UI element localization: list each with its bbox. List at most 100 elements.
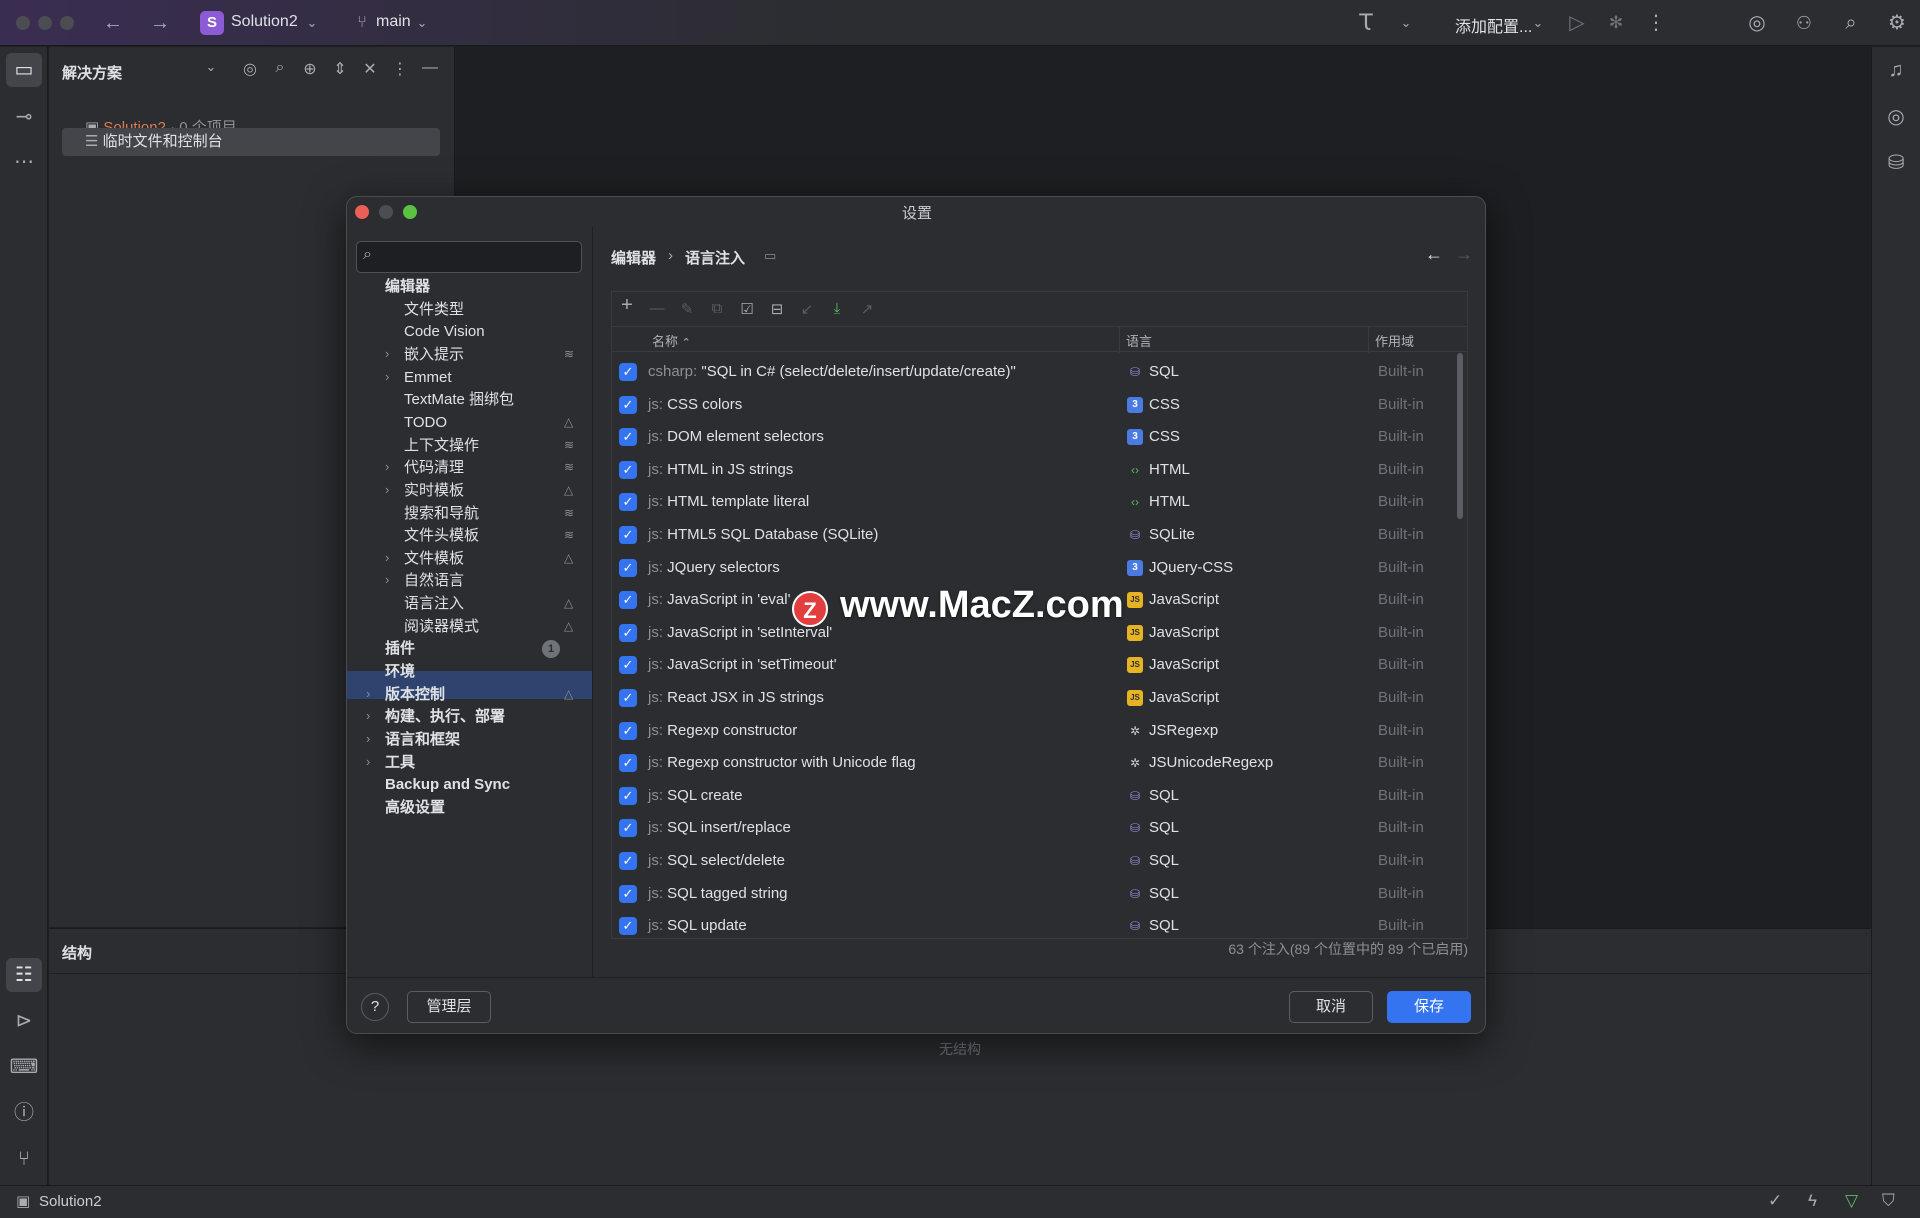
ai-chat-icon[interactable]: ◎ (1878, 100, 1914, 134)
settings-nav-item[interactable]: 阅读器模式 (404, 613, 479, 641)
forward-arrow-icon[interactable]: → (1455, 244, 1473, 265)
enabled-checkbox[interactable]: ✓ (619, 558, 637, 577)
table-row[interactable]: ✓ js: SQL select/delete ⛁ SQL Built-in (612, 845, 1452, 878)
database-icon[interactable]: ⛁ (1878, 146, 1914, 180)
add-user-icon[interactable]: ⚇ (1790, 10, 1818, 36)
structure-icon[interactable]: ☷ (6, 958, 42, 992)
table-row[interactable]: ✓ js: React JSX in JS strings JS JavaScript… (612, 682, 1452, 715)
expand-arrow-icon[interactable]: › (385, 459, 389, 474)
search-icon[interactable]: ⌕ (269, 59, 291, 77)
table-row[interactable]: ✓ js: Regexp constructor ✲ JSRegexp Built-in (612, 715, 1452, 748)
enabled-checkbox[interactable]: ✓ (619, 689, 637, 707)
settings-search-input[interactable]: ⌕ (356, 241, 582, 273)
debug-icon[interactable]: ✻ (1602, 10, 1630, 36)
more-options-icon[interactable]: ⋮ (1642, 10, 1670, 36)
more-tools-icon[interactable]: ⋯ (6, 145, 42, 179)
manage-layers-button[interactable]: 管理层 (407, 991, 491, 1023)
lightning-icon[interactable]: ϟ (1808, 1191, 1817, 1211)
uncheck-all-icon[interactable]: ⊟ (766, 300, 788, 318)
enabled-checkbox[interactable]: ✓ (619, 754, 637, 773)
table-row[interactable]: ✓ js: HTML in JS strings ‹› HTML Built-in (612, 454, 1452, 487)
chevron-down-icon[interactable]: ⌄ (1524, 10, 1552, 36)
target-icon[interactable]: ⊕ (299, 59, 321, 79)
expand-arrow-icon[interactable]: › (385, 346, 389, 361)
column-header-scope[interactable]: 作用域 (1375, 331, 1414, 350)
table-row[interactable]: ✓ js: JavaScript in 'setTimeout' JS JavaScr… (612, 649, 1452, 682)
enabled-checkbox[interactable]: ✓ (619, 721, 637, 740)
terminal-icon[interactable]: ⌨ (6, 1050, 42, 1084)
expand-arrow-icon[interactable]: › (366, 708, 370, 723)
table-row[interactable]: ✓ js: HTML5 SQL Database (SQLite) ⛁ SQLite B… (612, 519, 1452, 552)
expand-arrow-icon[interactable]: › (385, 550, 389, 565)
window-pin-icon[interactable]: ▭ (764, 248, 776, 264)
enabled-checkbox[interactable]: ✓ (619, 428, 637, 447)
import-icon[interactable]: ⤓ (826, 300, 848, 317)
cancel-button[interactable]: 取消 (1289, 991, 1373, 1023)
table-row[interactable]: ✓ js: SQL tagged string ⛁ SQL Built-in (612, 878, 1452, 911)
expand-arrow-icon[interactable]: › (385, 482, 389, 497)
help-button[interactable]: ? (361, 993, 389, 1021)
enabled-checkbox[interactable]: ✓ (619, 591, 637, 610)
enabled-checkbox[interactable]: ✓ (619, 852, 637, 870)
shield-icon[interactable]: ⛉ (1882, 1191, 1895, 1211)
expand-arrow-icon[interactable]: › (366, 754, 370, 769)
enabled-checkbox[interactable]: ✓ (619, 493, 637, 512)
enabled-checkbox[interactable]: ✓ (619, 623, 637, 642)
expand-arrow-icon[interactable]: › (385, 369, 389, 384)
run-tool-icon[interactable]: ⊳ (6, 1004, 42, 1038)
hide-panel-icon[interactable]: — (419, 59, 441, 77)
window-zoom-button[interactable] (60, 16, 74, 30)
check-all-icon[interactable]: ☑ (736, 300, 758, 318)
column-separator[interactable] (1368, 327, 1369, 353)
export-icon[interactable]: ↗ (856, 300, 878, 318)
enabled-checkbox[interactable]: ✓ (619, 395, 637, 414)
forward-arrow-icon[interactable]: → (146, 10, 174, 36)
enabled-checkbox[interactable]: ✓ (619, 526, 637, 544)
enabled-checkbox[interactable]: ✓ (619, 819, 637, 838)
table-row[interactable]: ✓ js: Regexp constructor with Unicode fla… (612, 747, 1452, 780)
enabled-checkbox[interactable]: ✓ (619, 917, 637, 936)
project-selector[interactable]: Solution2 (231, 13, 298, 31)
chevron-down-icon[interactable]: ⌄ (298, 10, 326, 36)
move-to-project-icon[interactable]: ↙ (796, 300, 818, 318)
problems-icon[interactable]: ⓘ (6, 1096, 42, 1130)
settings-nav-item[interactable]: 高级设置 (385, 794, 445, 822)
chevron-down-icon[interactable]: ⌄ (200, 59, 222, 75)
chevron-down-icon[interactable]: ⌄ (1392, 10, 1420, 36)
bell-icon[interactable]: ♫ (1878, 53, 1914, 87)
collapse-all-icon[interactable]: ✕ (359, 59, 381, 79)
search-icon[interactable]: ⌕ (1837, 10, 1865, 36)
table-row[interactable]: ✓ csharp: "SQL in C# (select/delete/inser… (612, 356, 1452, 389)
ai-solution-icon[interactable]: ◎ (239, 59, 261, 79)
column-separator[interactable] (1119, 327, 1120, 353)
back-arrow-icon[interactable]: ← (1425, 244, 1443, 265)
commit-icon[interactable]: ⊸ (6, 100, 42, 134)
table-row[interactable]: ✓ js: JQuery selectors 3 JQuery-CSS Built-in (612, 552, 1452, 585)
column-header-name[interactable]: 名称 ⌃ (652, 331, 691, 350)
table-scrollbar[interactable] (1457, 353, 1463, 519)
more-options-icon[interactable]: ⋮ (389, 59, 411, 79)
branch-selector[interactable]: main (376, 13, 411, 31)
back-arrow-icon[interactable]: ← (99, 10, 127, 36)
check-icon[interactable]: ✓ (1768, 1191, 1782, 1211)
save-button[interactable]: 保存 (1387, 991, 1471, 1023)
enabled-checkbox[interactable]: ✓ (619, 656, 637, 675)
table-row[interactable]: ✓ js: SQL insert/replace ⛁ SQL Built-in (612, 812, 1452, 845)
run-config-selector[interactable]: 添加配置... (1455, 13, 1532, 37)
folder-icon[interactable]: ▭ (6, 53, 42, 87)
window-close-button[interactable] (16, 16, 30, 30)
add-icon[interactable]: + (616, 294, 638, 317)
column-header-language[interactable]: 语言 (1126, 331, 1152, 350)
expand-arrow-icon[interactable]: › (366, 731, 370, 746)
run-icon[interactable]: ▷ (1563, 10, 1591, 36)
ai-assistant-icon[interactable]: ◎ (1743, 10, 1771, 36)
window-minimize-button[interactable] (38, 16, 52, 30)
gear-icon[interactable]: ⚙ (1883, 10, 1911, 36)
expand-arrow-icon[interactable]: › (366, 686, 370, 701)
expand-arrow-icon[interactable]: › (385, 572, 389, 587)
status-project[interactable]: Solution2 (39, 1193, 102, 1210)
table-row[interactable]: ✓ js: CSS colors 3 CSS Built-in (612, 389, 1452, 422)
text-tool-icon[interactable]: Ꚍ (1352, 10, 1380, 36)
chevron-down-icon[interactable]: ⌄ (408, 10, 436, 36)
enabled-checkbox[interactable]: ✓ (619, 363, 637, 381)
